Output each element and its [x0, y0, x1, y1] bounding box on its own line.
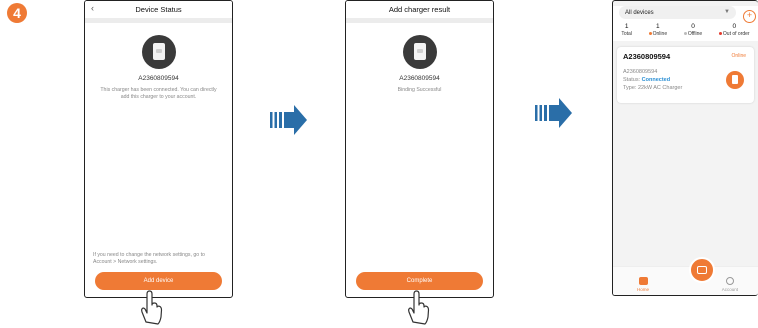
binding-result-message: Binding Successful [397, 87, 442, 93]
back-chevron-icon[interactable]: ‹ [91, 3, 94, 13]
scan-icon[interactable] [689, 257, 715, 283]
arrow-right-icon [270, 105, 307, 135]
out-of-order-dot [718, 32, 722, 36]
screen-header: Add charger result [346, 1, 493, 18]
charger-icon [726, 71, 744, 89]
nav-home[interactable]: Home [637, 277, 649, 292]
status-badge: Online [731, 53, 746, 59]
phone-device-list: All devices ▼ + 1 Total 1 Online 0 Offli… [612, 0, 758, 296]
add-icon[interactable]: + [743, 10, 756, 23]
account-icon [725, 277, 734, 285]
filter-label: All devices [625, 9, 654, 16]
hand-pointer-icon [408, 290, 430, 325]
nav-account[interactable]: Account [722, 277, 738, 292]
stat-online[interactable]: 1 Online [648, 23, 667, 37]
screen-header: ‹ Device Status [85, 1, 232, 18]
stat-offline[interactable]: 0 Offline [683, 23, 702, 37]
screen-title: Add charger result [388, 5, 451, 14]
device-list-header: All devices ▼ + 1 Total 1 Online 0 Offli… [613, 6, 758, 41]
step-badge: 4 [7, 3, 27, 23]
stat-out-of-order[interactable]: 0 Out of order [718, 23, 750, 37]
phone-device-status: ‹ Device Status A2360809594 This charger… [84, 0, 233, 298]
offline-dot [683, 32, 687, 36]
device-serial: A2360809594 [399, 75, 440, 82]
device-card[interactable]: A2360809594 Online A2360809594 Status: C… [617, 47, 754, 103]
device-filter-dropdown[interactable]: All devices ▼ [619, 6, 736, 19]
charger-icon [402, 35, 437, 69]
home-icon [638, 277, 648, 285]
device-serial: A2360809594 [138, 75, 179, 82]
network-settings-hint: If you need to change the network settin… [93, 252, 205, 265]
device-stats: 1 Total 1 Online 0 Offline 0 Out of orde… [613, 23, 758, 37]
stat-total[interactable]: 1 Total [621, 23, 632, 37]
bottom-nav: Home Account [613, 257, 758, 295]
arrow-right-icon [535, 98, 572, 128]
phone-add-charger-result: Add charger result A2360809594 Binding S… [345, 0, 494, 298]
device-card-title: A2360809594 [623, 52, 671, 61]
dropdown-caret-icon: ▼ [724, 9, 730, 15]
connection-message: This charger has been connected. You can… [100, 87, 217, 100]
charger-icon [141, 35, 176, 69]
hand-pointer-icon [141, 290, 163, 325]
screen-title: Device Status [135, 5, 182, 14]
online-dot [648, 32, 652, 36]
